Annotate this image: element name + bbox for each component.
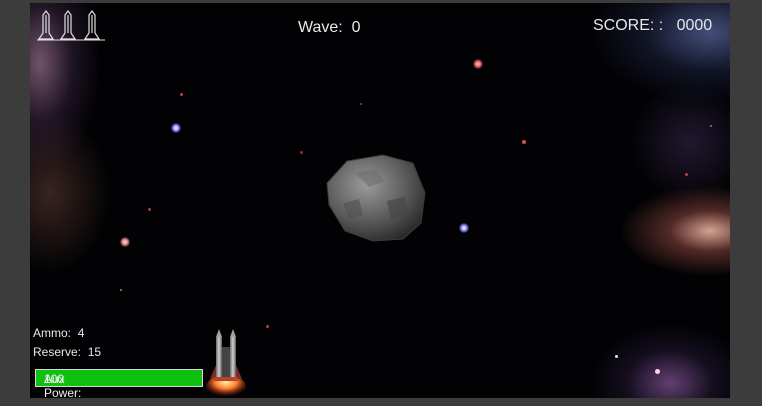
star — [522, 140, 526, 144]
star — [473, 59, 483, 69]
wave-counter: Wave: 0 — [298, 19, 361, 37]
star — [710, 125, 712, 127]
star — [615, 355, 618, 358]
ammo-counter: Ammo: 4 — [33, 326, 84, 340]
reserve-label: Reserve: — [33, 345, 82, 359]
score-label: SCORE: : — [593, 17, 664, 34]
score-counter: SCORE: : 0000 — [593, 17, 712, 35]
star — [180, 93, 183, 96]
lives-indicator — [37, 10, 105, 41]
star — [120, 237, 130, 247]
game-viewport[interactable]: Wave: 0 SCORE: : 0000 Ammo: 4 Reserve: 1… — [30, 3, 730, 398]
ammo-label: Ammo: — [33, 326, 72, 340]
star — [300, 151, 303, 154]
star — [266, 325, 269, 328]
star — [685, 173, 688, 176]
ship-life-icon — [59, 10, 77, 40]
star — [148, 208, 151, 211]
game-window-frame: Wave: 0 SCORE: : 0000 Ammo: 4 Reserve: 1… — [0, 0, 762, 406]
star — [120, 289, 122, 291]
star — [171, 123, 181, 133]
aux-power-bar: Aux Power: 100 — [35, 369, 203, 398]
ship-life-icon — [83, 10, 101, 40]
reserve-value: 15 — [87, 345, 102, 359]
star — [655, 369, 660, 374]
player-ship-icon[interactable] — [202, 329, 250, 398]
reserve-counter: Reserve: 15 — [33, 345, 101, 359]
aux-power-value: 100 — [44, 372, 65, 386]
star — [360, 103, 362, 105]
score-value: 0000 — [676, 17, 713, 34]
ship-life-icon — [37, 10, 55, 40]
star — [459, 223, 469, 233]
asteroid-icon — [326, 154, 426, 242]
wave-label: Wave: — [298, 19, 343, 36]
wave-value: 0 — [351, 19, 361, 36]
ammo-value: 4 — [77, 326, 85, 340]
